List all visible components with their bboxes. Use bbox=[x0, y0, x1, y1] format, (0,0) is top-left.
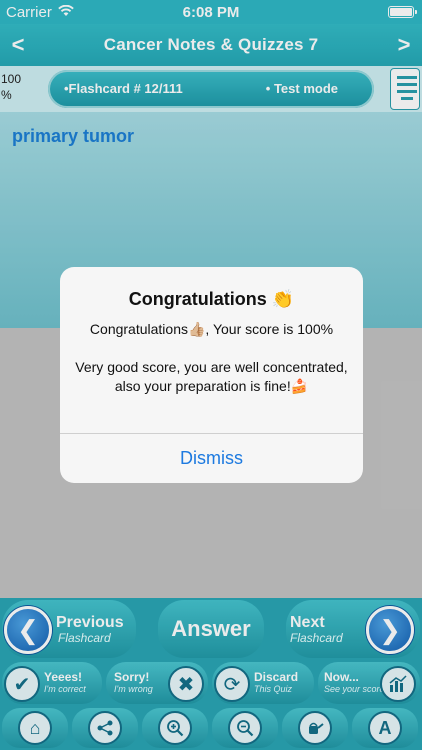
dismiss-button[interactable]: Dismiss bbox=[60, 434, 363, 483]
congratulations-alert: Congratulations 👏 Congratulations👍🏼, You… bbox=[60, 267, 363, 483]
alert-message: Congratulations👍🏼, Your score is 100% Ve… bbox=[74, 320, 349, 396]
alert-title: Congratulations 👏 bbox=[128, 289, 295, 309]
alert-feedback-line: Very good score, you are well concentrat… bbox=[75, 359, 348, 394]
alert-score-line: Congratulations👍🏼, Your score is 100% bbox=[89, 321, 334, 337]
